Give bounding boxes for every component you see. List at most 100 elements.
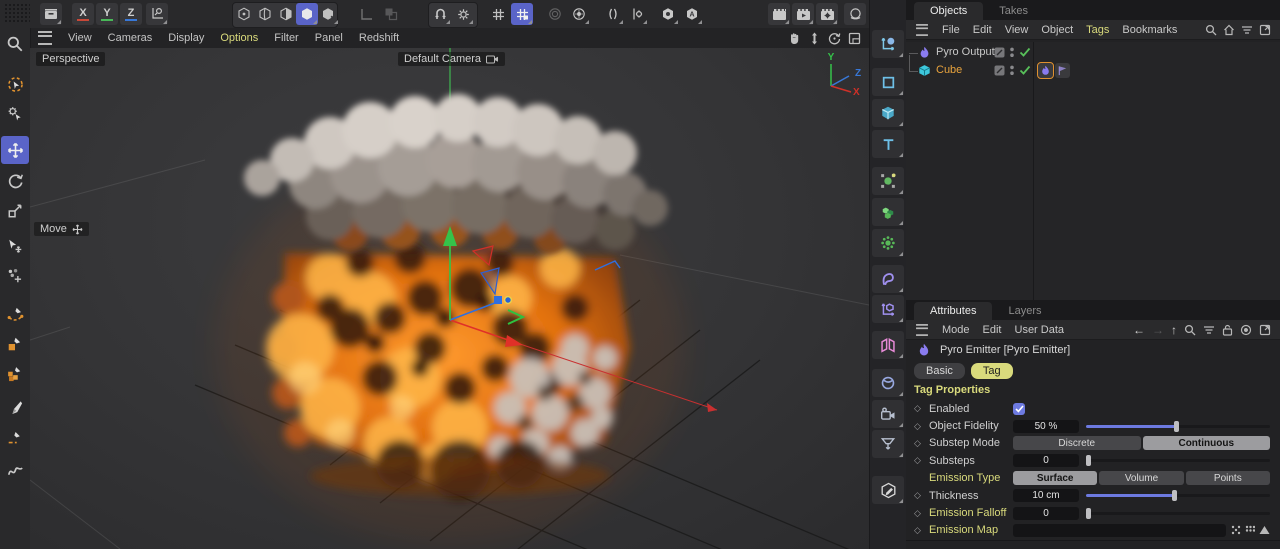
tab-objects[interactable]: Objects <box>914 2 983 20</box>
emission-falloff-slider[interactable] <box>1086 507 1270 520</box>
substep-mode-discrete-button[interactable]: Discrete <box>1013 436 1141 450</box>
keyframe-diamond-icon[interactable]: ◇ <box>914 403 929 414</box>
material-icon[interactable] <box>872 476 904 504</box>
tab-layers[interactable]: Layers <box>992 302 1057 320</box>
attributes-menu-mode[interactable]: Mode <box>942 324 970 336</box>
pan-hand-icon[interactable] <box>788 32 801 45</box>
y-axis-lock-button[interactable]: Y <box>96 3 118 25</box>
target-inactive-icon[interactable] <box>544 3 566 25</box>
view-label[interactable]: Perspective <box>36 52 105 66</box>
sketch-tool-icon[interactable] <box>1 330 29 358</box>
grid-icon[interactable] <box>487 3 509 25</box>
keyframe-diamond-icon[interactable]: ◇ <box>914 508 929 519</box>
tab-takes[interactable]: Takes <box>983 2 1044 20</box>
display-shaded-icon[interactable] <box>296 3 318 25</box>
fields-icon[interactable] <box>872 229 904 257</box>
enabled-checkbox[interactable] <box>1013 403 1025 415</box>
objects-menu-object[interactable]: Object <box>1041 24 1073 36</box>
modeling-hex-axis-icon[interactable]: A <box>681 3 703 25</box>
rotate-tool-icon[interactable] <box>1 167 29 195</box>
layout-single-icon[interactable] <box>356 3 378 25</box>
spline-icon[interactable] <box>872 68 904 96</box>
archive-icon[interactable] <box>40 3 62 25</box>
emission-type-surface-button[interactable]: Surface <box>1013 471 1097 485</box>
menu-display[interactable]: Display <box>168 32 204 44</box>
spline-pen-tool-icon[interactable] <box>1 300 29 328</box>
up-icon[interactable]: ↑ <box>1171 323 1177 337</box>
attributes-menu-hamburger-icon[interactable] <box>916 324 928 336</box>
snap-magnet-icon[interactable] <box>429 3 451 25</box>
tag-properties-heading[interactable]: Tag Properties <box>914 384 990 396</box>
emission-map-field[interactable] <box>1013 524 1226 537</box>
viewport-3d[interactable]: Perspective Default Camera Move Y Z X <box>30 48 869 549</box>
keyframe-diamond-icon[interactable]: ◇ <box>914 525 929 536</box>
section-tab-basic[interactable]: Basic <box>914 363 965 379</box>
find-tool-icon[interactable] <box>1 30 29 58</box>
keyframe-diamond-icon[interactable]: ◇ <box>914 438 929 449</box>
volume-pen-tool-icon[interactable] <box>1 360 29 388</box>
objects-menu-view[interactable]: View <box>1005 24 1029 36</box>
material-sphere-icon[interactable] <box>844 3 866 25</box>
editable-toggle-icon[interactable] <box>994 65 1005 76</box>
substep-mode-continuous-button[interactable]: Continuous <box>1143 436 1271 450</box>
modeling-hex-eye-icon[interactable] <box>657 3 679 25</box>
layout-quad-icon[interactable] <box>380 3 402 25</box>
phong-tag-icon[interactable] <box>1055 63 1070 78</box>
attributes-popout-icon[interactable] <box>1259 324 1271 336</box>
volume-icon[interactable] <box>872 369 904 397</box>
camera-label[interactable]: Default Camera <box>398 52 505 66</box>
keyframe-diamond-icon[interactable]: ◇ <box>914 421 929 432</box>
move-tool-icon[interactable] <box>1 136 29 164</box>
emission-falloff-input[interactable]: 0 <box>1013 507 1079 520</box>
grid-snap-lock-icon[interactable] <box>511 3 533 25</box>
render-picture-viewer-icon[interactable] <box>792 3 814 25</box>
orbit-icon[interactable] <box>828 32 841 45</box>
substeps-input[interactable]: 0 <box>1013 454 1079 467</box>
tweak-tool-icon[interactable] <box>1 100 29 128</box>
object-fidelity-slider[interactable] <box>1086 420 1270 433</box>
emission-type-volume-button[interactable]: Volume <box>1099 471 1183 485</box>
menu-redshift[interactable]: Redshift <box>359 32 399 44</box>
attributes-menu-edit[interactable]: Edit <box>983 324 1002 336</box>
substeps-slider[interactable] <box>1086 454 1270 467</box>
maximize-view-icon[interactable] <box>848 32 861 45</box>
render-settings-icon[interactable] <box>816 3 838 25</box>
tab-attributes[interactable]: Attributes <box>914 302 992 320</box>
attributes-filter-icon[interactable] <box>1203 324 1215 336</box>
target-settings-icon[interactable] <box>568 3 590 25</box>
enabled-check-icon[interactable] <box>1019 47 1031 58</box>
viewport-menu-hamburger-icon[interactable] <box>38 31 52 45</box>
toolbar-drag-handle[interactable] <box>4 3 30 24</box>
texture-triangle-icon[interactable] <box>1259 525 1270 535</box>
section-tab-tag[interactable]: Tag <box>971 363 1013 379</box>
attributes-search-icon[interactable] <box>1184 324 1196 336</box>
dolly-icon[interactable] <box>808 32 821 45</box>
menu-view[interactable]: View <box>68 32 92 44</box>
display-half-shaded-icon[interactable] <box>275 3 297 25</box>
spline-smooth-tool-icon[interactable] <box>1 456 29 484</box>
objects-menu-tags[interactable]: Tags <box>1086 24 1109 36</box>
emission-type-points-button[interactable]: Points <box>1186 471 1270 485</box>
selection-move-tool-icon[interactable] <box>1 232 29 260</box>
symmetry-icon[interactable] <box>602 3 624 25</box>
text-icon[interactable] <box>872 130 904 158</box>
z-axis-lock-button[interactable]: Z <box>120 3 142 25</box>
menu-options[interactable]: Options <box>220 32 258 44</box>
mirror-icon[interactable] <box>872 331 904 359</box>
measure-tool-icon[interactable] <box>1 424 29 452</box>
object-name[interactable]: Cube <box>936 64 962 76</box>
environment-icon[interactable] <box>872 295 904 323</box>
visibility-dots-icon[interactable] <box>1009 64 1015 77</box>
keyframe-diamond-icon[interactable]: ◇ <box>914 490 929 501</box>
objects-filter-icon[interactable] <box>1241 24 1253 36</box>
lock-icon[interactable] <box>1222 324 1233 336</box>
track-icon[interactable] <box>1240 324 1252 336</box>
primitive-cube-icon[interactable] <box>872 99 904 127</box>
texture-dots-icon[interactable] <box>1231 525 1241 535</box>
back-icon[interactable]: ← <box>1133 323 1145 337</box>
thickness-slider[interactable] <box>1086 489 1270 502</box>
live-selection-tool-icon[interactable] <box>1 70 29 98</box>
texture-grid-icon[interactable] <box>1245 525 1255 535</box>
objects-home-icon[interactable] <box>1223 24 1235 36</box>
x-axis-lock-button[interactable]: X <box>72 3 94 25</box>
